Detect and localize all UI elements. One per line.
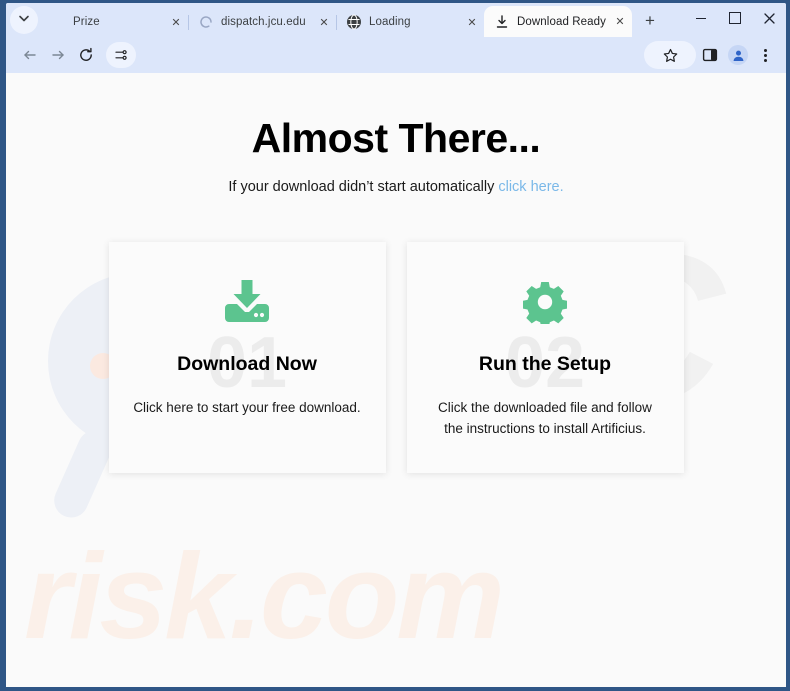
page-title: Almost There... — [251, 115, 541, 161]
card-title: Run the Setup — [478, 353, 612, 375]
tab-title: Download Ready — [517, 15, 606, 28]
tab-strip: Prize ✕ dispatch.jcu.edu ✕ Loading ✕ Dow… — [6, 3, 786, 37]
globe-icon — [346, 14, 362, 30]
tab-loading[interactable]: Loading ✕ — [336, 7, 485, 37]
watermark-domain-text: risk.com — [24, 528, 505, 664]
maximize-icon[interactable] — [718, 3, 752, 33]
kebab-menu-icon[interactable] — [752, 42, 778, 68]
download-hint: If your download didn’t start automatica… — [6, 179, 786, 195]
tune-sliders-icon[interactable] — [106, 42, 136, 68]
download-tray-icon — [222, 273, 272, 331]
steps-card-list: 01 Download Now Click here to start your… — [6, 242, 786, 473]
browser-toolbar — [6, 37, 786, 73]
blank-icon — [50, 14, 66, 30]
new-tab-button[interactable]: + — [637, 7, 663, 33]
tab-dispatch-jcu-edu[interactable]: dispatch.jcu.edu ✕ — [188, 7, 337, 37]
tab-close-button[interactable]: ✕ — [316, 14, 332, 30]
back-arrow-icon[interactable] — [16, 41, 44, 69]
tab-close-button[interactable]: ✕ — [612, 14, 628, 30]
tab-title: Loading — [369, 16, 411, 28]
card-download-now[interactable]: 01 Download Now Click here to start your… — [108, 242, 386, 473]
tab-prize[interactable]: Prize ✕ — [40, 7, 189, 37]
tab-search-button[interactable] — [10, 6, 38, 34]
browser-chrome: Prize ✕ dispatch.jcu.edu ✕ Loading ✕ Dow… — [6, 3, 786, 687]
tab-title: Prize — [73, 16, 100, 28]
gear-icon — [523, 273, 567, 331]
profile-avatar-icon[interactable] — [724, 41, 752, 69]
loading-spinner-icon — [198, 14, 214, 30]
card-run-the-setup[interactable]: 02 Run the Setup Click the downloaded fi… — [406, 242, 684, 473]
tab-close-button[interactable]: ✕ — [168, 14, 184, 30]
forward-arrow-icon[interactable] — [44, 41, 72, 69]
tab-title: dispatch.jcu.edu — [221, 16, 306, 28]
reload-icon[interactable] — [72, 41, 100, 69]
page-content: Almost There... If your download didn’t … — [6, 73, 786, 473]
download-icon — [494, 14, 510, 30]
chevron-down-icon — [18, 11, 30, 29]
star-icon[interactable] — [644, 41, 696, 69]
side-panel-icon[interactable] — [696, 41, 724, 69]
download-hint-text: If your download didn’t start automatica… — [228, 179, 499, 195]
avatar — [728, 45, 748, 65]
window-controls — [684, 3, 786, 37]
address-bar[interactable] — [136, 42, 644, 68]
card-description: Click here to start your free download. — [133, 400, 361, 415]
close-icon[interactable] — [752, 3, 786, 33]
card-description: Click the downloaded file and follow the… — [438, 400, 652, 436]
toolbar-right-icons — [644, 41, 778, 69]
tab-download-ready[interactable]: Download Ready ✕ — [484, 6, 632, 37]
page-viewport: PC risk.com Almost There... If your down… — [6, 73, 786, 687]
click-here-link[interactable]: click here. — [498, 179, 563, 195]
tab-close-button[interactable]: ✕ — [464, 14, 480, 30]
card-title: Download Now — [177, 353, 317, 375]
browser-window: Prize ✕ dispatch.jcu.edu ✕ Loading ✕ Dow… — [0, 0, 790, 691]
minimize-icon[interactable] — [684, 3, 718, 33]
